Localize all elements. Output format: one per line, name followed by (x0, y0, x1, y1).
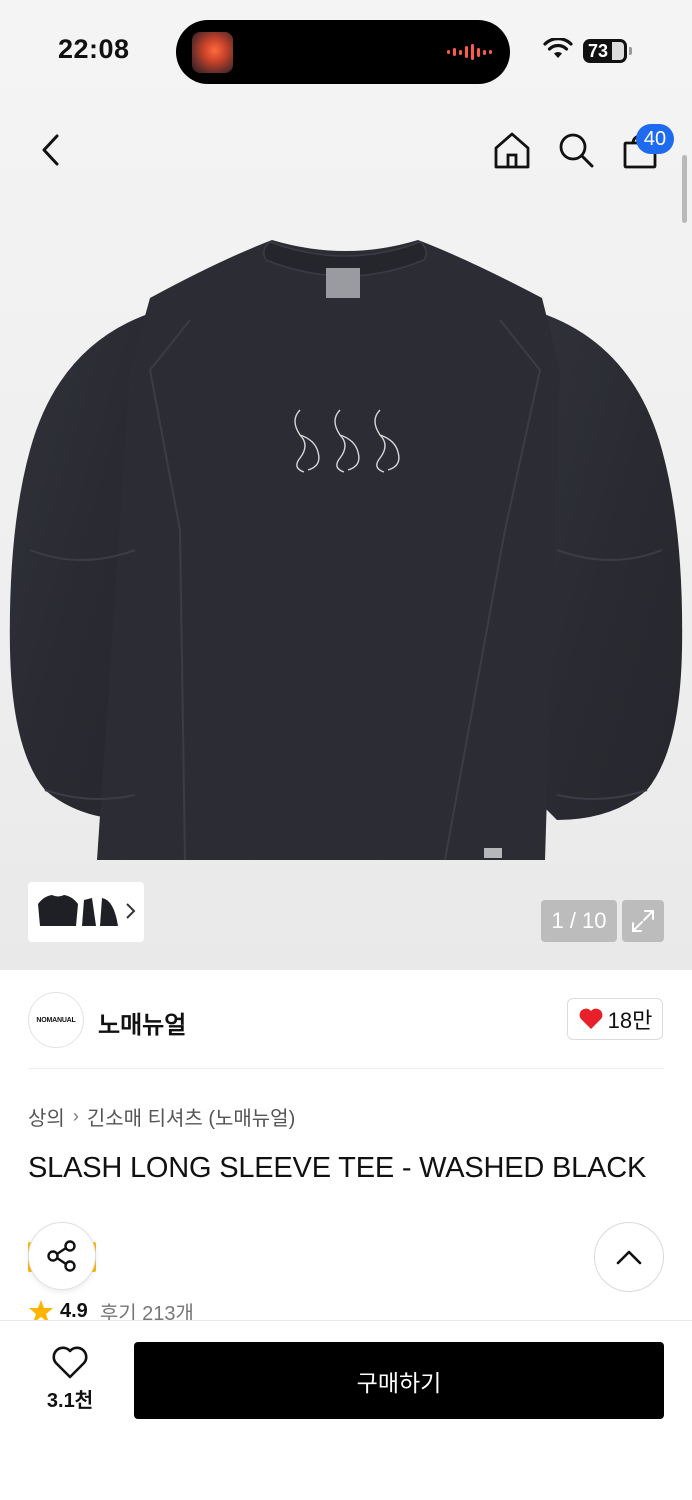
heart-outline-icon (52, 1346, 88, 1379)
search-button[interactable] (554, 128, 598, 172)
product-title: SLASH LONG SLEEVE TEE - WASHED BLACK (28, 1152, 647, 1184)
now-playing-artwork (192, 32, 233, 73)
battery-level: 73 (588, 40, 609, 61)
scroll-top-button[interactable] (594, 1222, 664, 1292)
brand-name[interactable]: 노매뉴얼 (98, 1005, 186, 1040)
divider (28, 1068, 664, 1069)
home-button[interactable] (490, 128, 534, 172)
status-time: 22:08 (58, 34, 130, 64)
breadcrumb-separator-icon: › (72, 1106, 79, 1126)
brand-logo[interactable]: NOMANUAL (28, 992, 84, 1048)
gallery-page-counter: 1 / 10 (541, 900, 617, 942)
home-icon (494, 132, 530, 169)
share-icon (47, 1240, 76, 1272)
battery-remaining (612, 42, 624, 60)
brand-like-count: 18만 (607, 1008, 653, 1033)
breadcrumb-subcategory[interactable]: 긴소매 티셔츠 (노매뉴얼) (87, 1102, 295, 1131)
cart-count-badge: 40 (636, 124, 674, 154)
share-button[interactable] (28, 1222, 96, 1290)
search-icon (559, 133, 594, 168)
audio-wave-icon (447, 44, 492, 60)
rating-value: 4.9 (60, 1300, 88, 1322)
thumbnail-strip[interactable] (28, 882, 144, 942)
heart-icon (579, 1008, 603, 1029)
breadcrumb: 상의 › 긴소매 티셔츠 (노매뉴얼) (28, 1102, 295, 1131)
expand-icon (632, 910, 654, 932)
chevron-right-icon (126, 903, 136, 919)
rating-row[interactable]: 4.9 후기 213개 (28, 1300, 194, 1322)
review-count: 후기 213개 (99, 1302, 194, 1323)
wifi-icon (543, 38, 573, 58)
brand-like-button[interactable]: 18만 (567, 998, 663, 1040)
chevron-left-icon (42, 134, 59, 166)
expand-button[interactable] (622, 900, 664, 942)
wishlist-button[interactable]: 3.1천 (30, 1346, 110, 1416)
buy-button[interactable]: 구매하기 (134, 1342, 664, 1419)
scroll-indicator[interactable] (682, 155, 687, 223)
chevron-up-icon (616, 1250, 642, 1265)
brand-logo-text: NOMANUAL (36, 1016, 76, 1024)
thumbnail-image (38, 895, 118, 926)
battery-indicator: 73 (583, 39, 632, 63)
back-button[interactable] (30, 130, 70, 170)
product-image[interactable] (0, 230, 692, 870)
breadcrumb-category[interactable]: 상의 (28, 1102, 65, 1131)
dynamic-island[interactable] (176, 20, 510, 84)
wishlist-count: 3.1천 (46, 1390, 94, 1412)
star-icon (29, 1300, 53, 1322)
